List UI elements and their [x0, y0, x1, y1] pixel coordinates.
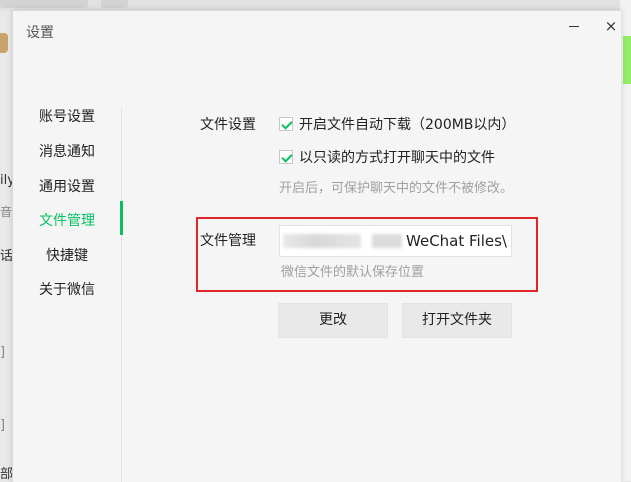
checkbox-checked-icon[interactable]	[279, 150, 293, 164]
sidebar-divider	[121, 107, 122, 482]
background-text-fragment: 音	[0, 205, 13, 219]
sidebar-item-notifications[interactable]: 消息通知	[13, 141, 121, 161]
settings-dialog: 设置 × 账号设置 消息通知 通用设置 文件管理 快捷键 关于微信 文件设置 开…	[12, 10, 621, 482]
file-path-text: WeChat Files\	[406, 232, 507, 250]
redacted-path-segment	[283, 234, 361, 248]
sidebar-item-shortcuts[interactable]: 快捷键	[13, 245, 121, 265]
read-only-hint: 开启后，可保护聊天中的文件不被修改。	[279, 181, 514, 196]
minimize-icon[interactable]	[565, 17, 583, 35]
sidebar-item-file-management[interactable]: 文件管理	[13, 210, 121, 230]
change-button[interactable]: 更改	[278, 303, 388, 338]
dialog-title: 设置	[26, 25, 54, 41]
background-avatar	[0, 33, 8, 53]
sidebar-item-about[interactable]: 关于微信	[13, 279, 121, 299]
close-icon[interactable]: ×	[602, 17, 620, 35]
file-path-hint: 微信文件的默认保存位置	[281, 265, 425, 280]
background-chat-bubble	[623, 36, 631, 84]
background-search-bar	[0, 0, 88, 8]
file-settings-label: 文件设置	[200, 117, 256, 133]
file-management-label: 文件管理	[200, 233, 256, 249]
sidebar-item-account-settings[interactable]: 账号设置	[13, 106, 121, 126]
redacted-path-segment	[372, 234, 402, 248]
auto-download-label: 开启文件自动下载（200MB以内）	[299, 117, 516, 133]
background-text-fragment: ]	[0, 418, 6, 433]
sidebar-item-general-settings[interactable]: 通用设置	[13, 176, 121, 196]
read-only-checkbox[interactable]: 以只读的方式打开聊天中的文件	[279, 147, 495, 167]
file-path-field[interactable]: WeChat Files\	[279, 225, 512, 257]
open-folder-button[interactable]: 打开文件夹	[402, 303, 512, 338]
sidebar-active-indicator	[120, 201, 123, 235]
background-text-fragment: ]	[0, 345, 6, 360]
read-only-label: 以只读的方式打开聊天中的文件	[299, 150, 495, 166]
checkbox-checked-icon[interactable]	[279, 117, 293, 131]
auto-download-checkbox[interactable]: 开启文件自动下载（200MB以内）	[279, 114, 515, 134]
background-add-button	[101, 0, 128, 8]
